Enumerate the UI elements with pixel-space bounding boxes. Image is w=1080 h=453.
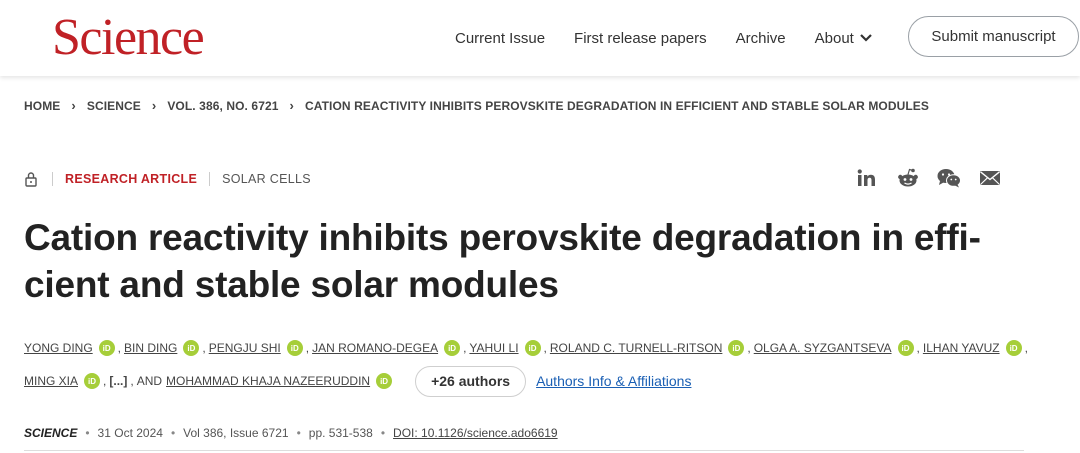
- author-link[interactable]: ROLAND C. TURNELL-RITSON: [550, 341, 722, 355]
- orcid-icon[interactable]: iD: [98, 340, 115, 356]
- wechat-icon[interactable]: [937, 166, 961, 190]
- orcid-icon[interactable]: iD: [376, 373, 393, 389]
- linkedin-icon[interactable]: [855, 166, 879, 190]
- email-icon[interactable]: [978, 166, 1002, 190]
- lock-icon: [25, 172, 37, 187]
- article-type-label: RESEARCH ARTICLE: [65, 172, 198, 186]
- author-ellipsis[interactable]: [...]: [109, 374, 127, 388]
- nav-archive[interactable]: Archive: [736, 30, 786, 47]
- breadcrumb-science[interactable]: SCIENCE: [87, 99, 141, 113]
- breadcrumb-volume[interactable]: VOL. 386, NO. 6721: [167, 99, 278, 113]
- article-meta-row: RESEARCH ARTICLE SOLAR CELLS: [24, 171, 311, 187]
- science-logo[interactable]: Science: [52, 6, 205, 70]
- author-link[interactable]: JAN ROMANO-DEGEA: [312, 341, 438, 355]
- top-navigation-bar: Science Current Issue First release pape…: [0, 0, 1080, 76]
- volume-issue[interactable]: Vol 386, Issue 6721: [183, 426, 288, 440]
- more-authors-button[interactable]: +26 authors: [415, 365, 527, 397]
- breadcrumb-current: CATION REACTIVITY INHIBITS PEROVSKITE DE…: [304, 98, 930, 113]
- author-line-2: MING XIA iD, [...], AND MOHAMMAD KHAJA N…: [24, 365, 1034, 397]
- chevron-right-icon: ›: [289, 98, 294, 113]
- author-link[interactable]: MING XIA: [24, 374, 78, 388]
- divider: [52, 172, 53, 186]
- orcid-icon[interactable]: iD: [286, 340, 303, 356]
- orcid-icon[interactable]: iD: [84, 373, 101, 389]
- divider: [24, 450, 1024, 451]
- author-link[interactable]: ILHAN YAVUZ: [923, 341, 1000, 355]
- publication-date: 31 Oct 2024: [97, 426, 163, 440]
- main-nav: Current Issue First release papers Archi…: [455, 0, 902, 76]
- chevron-down-icon: [860, 34, 872, 42]
- author-link[interactable]: OLGA A. SYZGANTSEVA: [754, 341, 892, 355]
- doi-link[interactable]: DOI: 10.1126/science.ado6619: [393, 426, 558, 440]
- orcid-icon[interactable]: iD: [897, 340, 914, 356]
- author-link[interactable]: PENGJU SHI: [209, 341, 281, 355]
- reddit-icon[interactable]: [896, 166, 920, 190]
- orcid-icon[interactable]: iD: [444, 340, 461, 356]
- authors-affiliations-link[interactable]: Authors Info & Affiliations: [536, 373, 691, 389]
- orcid-icon[interactable]: iD: [183, 340, 200, 356]
- article-title: Cation reactivity inhibits perovskite de…: [24, 217, 981, 305]
- breadcrumb-home[interactable]: HOME: [24, 99, 60, 113]
- orcid-icon[interactable]: iD: [1005, 340, 1022, 356]
- orcid-icon[interactable]: iD: [524, 340, 541, 356]
- orcid-icon[interactable]: iD: [728, 340, 745, 356]
- publication-info: SCIENCE • 31 Oct 2024 • Vol 386, Issue 6…: [24, 426, 558, 440]
- author-list: YONG DING iD, BIN DING iD, PENGJU SHI iD…: [24, 337, 1034, 397]
- chevron-right-icon: ›: [71, 98, 76, 113]
- nav-about-label: About: [814, 29, 854, 47]
- author-link[interactable]: YAHUI LI: [469, 341, 518, 355]
- author-line-1: YONG DING iD, BIN DING iD, PENGJU SHI iD…: [24, 340, 1028, 356]
- chevron-right-icon: ›: [151, 98, 157, 113]
- journal-name: SCIENCE: [24, 426, 78, 440]
- nav-first-release-papers[interactable]: First release papers: [574, 30, 707, 47]
- share-toolbar: [855, 166, 1019, 190]
- nav-current-issue[interactable]: Current Issue: [455, 30, 545, 47]
- page-range: pp. 531-538: [308, 426, 373, 440]
- nav-about[interactable]: About: [815, 30, 873, 47]
- article-topic-label[interactable]: SOLAR CELLS: [222, 172, 311, 186]
- author-link[interactable]: MOHAMMAD KHAJA NAZEERUDDIN: [166, 374, 370, 388]
- and-label: AND: [136, 374, 163, 388]
- divider: [209, 172, 211, 186]
- breadcrumb: HOME › SCIENCE › VOL. 386, NO. 6721 › CA…: [24, 98, 929, 113]
- author-link[interactable]: YONG DING: [24, 341, 93, 355]
- author-link[interactable]: BIN DING: [124, 341, 177, 355]
- submit-manuscript-button[interactable]: Submit manuscript: [908, 16, 1079, 57]
